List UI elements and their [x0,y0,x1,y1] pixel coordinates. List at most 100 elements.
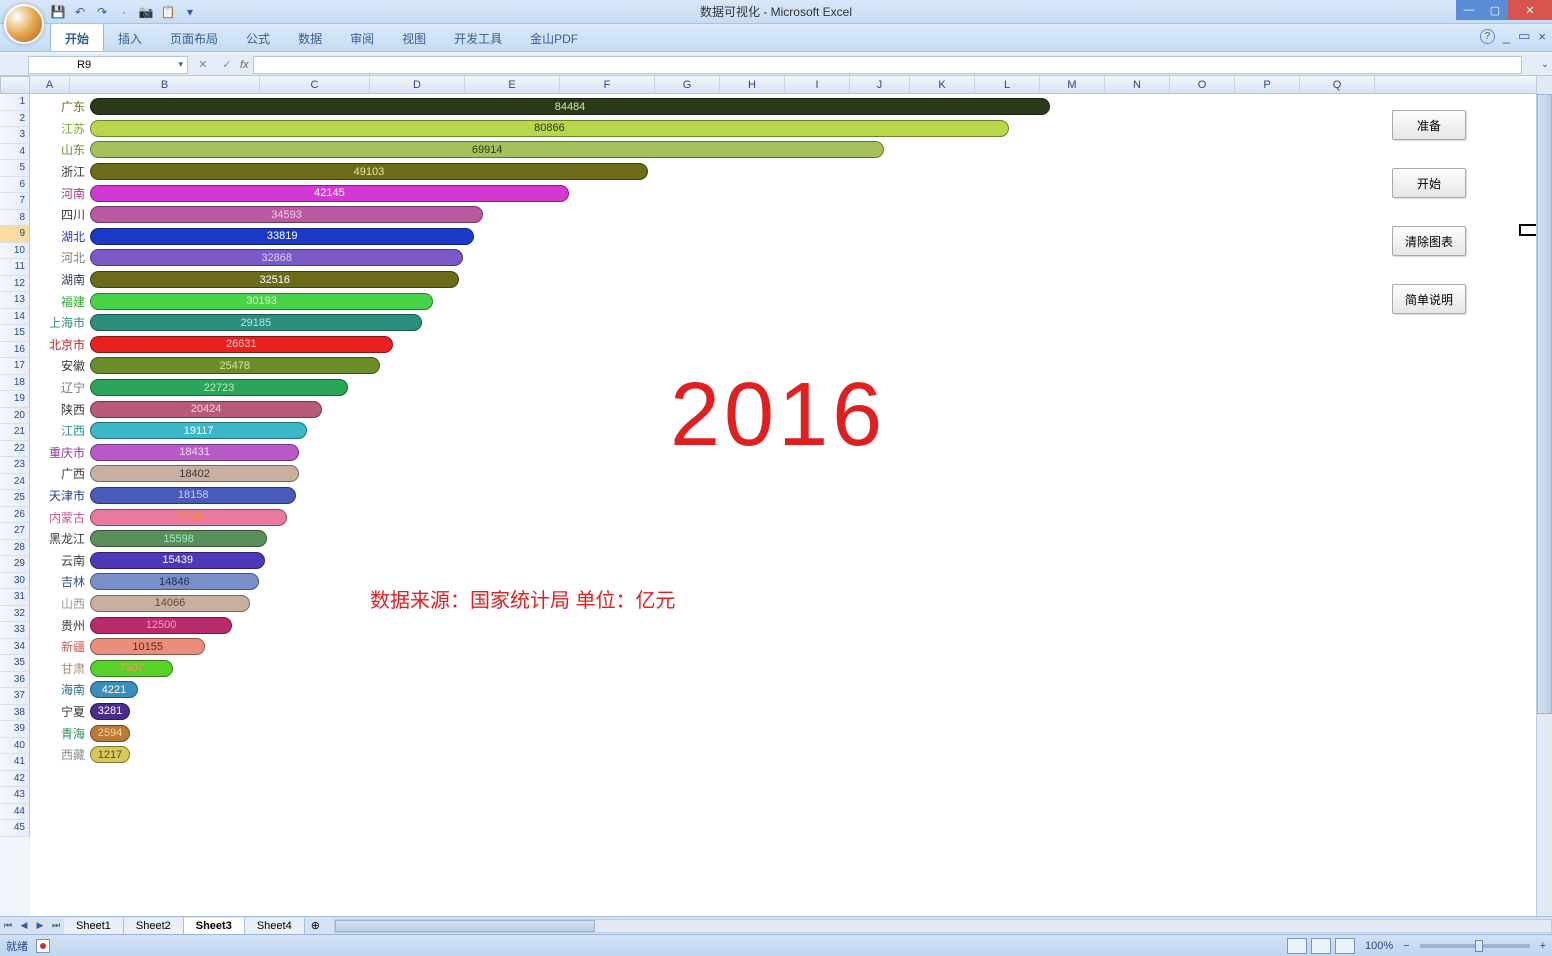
column-header-E[interactable]: E [465,76,560,93]
row-header-37[interactable]: 37 [0,688,30,705]
minimize-button[interactable]: — [1456,0,1482,20]
row-header-24[interactable]: 24 [0,474,30,491]
row-header-31[interactable]: 31 [0,589,30,606]
help-icon[interactable]: ? [1480,29,1495,44]
column-header-D[interactable]: D [370,76,465,93]
sheet-tab-Sheet1[interactable]: Sheet1 [64,918,124,934]
row-header-21[interactable]: 21 [0,424,30,441]
ribbon-tab-7[interactable]: 开发工具 [440,24,516,51]
row-header-9[interactable]: 9 [0,226,30,243]
column-header-M[interactable]: M [1040,76,1105,93]
row-header-39[interactable]: 39 [0,721,30,738]
zoom-thumb[interactable] [1475,940,1483,952]
ribbon-tab-4[interactable]: 数据 [284,24,336,51]
row-header-41[interactable]: 41 [0,754,30,771]
row-header-19[interactable]: 19 [0,391,30,408]
ribbon-tab-1[interactable]: 插入 [104,24,156,51]
column-header-K[interactable]: K [910,76,975,93]
column-header-H[interactable]: H [720,76,785,93]
row-header-29[interactable]: 29 [0,556,30,573]
formula-bar[interactable] [253,56,1522,74]
first-sheet-icon[interactable]: ⏮ [0,920,16,931]
zoom-in-icon[interactable]: + [1540,940,1546,952]
horizontal-scrollbar[interactable] [334,919,1552,933]
paste-icon[interactable]: 📋 [160,4,176,20]
normal-view-icon[interactable] [1287,938,1307,954]
undo-icon[interactable]: ↶ [72,4,88,20]
formula-expand-icon[interactable]: ⌄ [1538,59,1552,70]
row-header-32[interactable]: 32 [0,606,30,623]
row-header-26[interactable]: 26 [0,507,30,524]
row-header-35[interactable]: 35 [0,655,30,672]
qat-dropdown-icon[interactable]: ▾ [182,4,198,20]
column-header-A[interactable]: A [30,76,70,93]
column-header-P[interactable]: P [1235,76,1300,93]
row-header-12[interactable]: 12 [0,276,30,293]
name-box[interactable]: R9 [28,56,188,74]
close-button[interactable]: ✕ [1508,0,1552,20]
row-header-42[interactable]: 42 [0,771,30,788]
cancel-icon[interactable]: ✕ [194,58,212,71]
ribbon-tab-0[interactable]: 开始 [50,23,104,51]
save-icon[interactable]: 💾 [50,4,66,20]
row-header-38[interactable]: 38 [0,705,30,722]
row-header-28[interactable]: 28 [0,540,30,557]
row-header-1[interactable]: 1 [0,94,30,111]
row-header-6[interactable]: 6 [0,177,30,194]
maximize-button[interactable]: ▢ [1482,0,1508,20]
row-header-4[interactable]: 4 [0,144,30,161]
fx-label[interactable]: fx [240,59,249,71]
camera-icon[interactable]: 📷 [138,4,154,20]
doc-minimize-icon[interactable]: _ [1503,29,1510,44]
row-header-18[interactable]: 18 [0,375,30,392]
next-sheet-icon[interactable]: ▶ [32,920,48,931]
column-header-B[interactable]: B [70,76,260,93]
prev-sheet-icon[interactable]: ◀ [16,920,32,931]
help-button[interactable]: 简单说明 [1392,284,1466,314]
row-header-34[interactable]: 34 [0,639,30,656]
row-header-36[interactable]: 36 [0,672,30,689]
row-header-7[interactable]: 7 [0,193,30,210]
vertical-scrollbar[interactable] [1536,76,1552,916]
row-header-27[interactable]: 27 [0,523,30,540]
row-header-16[interactable]: 16 [0,342,30,359]
row-header-8[interactable]: 8 [0,210,30,227]
row-header-22[interactable]: 22 [0,441,30,458]
new-sheet-icon[interactable]: ⊕ [305,919,326,932]
start-button[interactable]: 开始 [1392,168,1466,198]
page-layout-view-icon[interactable] [1311,938,1331,954]
clear-chart-button[interactable]: 清除图表 [1392,226,1466,256]
row-header-30[interactable]: 30 [0,573,30,590]
sheet-tab-Sheet4[interactable]: Sheet4 [245,918,305,934]
macro-record-icon[interactable] [36,939,50,953]
vscroll-thumb[interactable] [1537,94,1552,714]
zoom-slider[interactable] [1420,944,1530,948]
prepare-button[interactable]: 准备 [1392,110,1466,140]
hscroll-thumb[interactable] [335,920,595,932]
column-header-I[interactable]: I [785,76,850,93]
row-header-3[interactable]: 3 [0,127,30,144]
row-header-15[interactable]: 15 [0,325,30,342]
office-button[interactable] [4,4,44,44]
row-header-33[interactable]: 33 [0,622,30,639]
row-header-44[interactable]: 44 [0,804,30,821]
sheet-tab-Sheet3[interactable]: Sheet3 [184,918,245,934]
column-header-C[interactable]: C [260,76,370,93]
ribbon-tab-6[interactable]: 视图 [388,24,440,51]
row-header-17[interactable]: 17 [0,358,30,375]
select-all-corner[interactable] [0,76,30,94]
enter-icon[interactable]: ✓ [218,58,236,71]
ribbon-tab-2[interactable]: 页面布局 [156,24,232,51]
column-header-L[interactable]: L [975,76,1040,93]
row-header-10[interactable]: 10 [0,243,30,260]
last-sheet-icon[interactable]: ⏭ [48,920,64,931]
ribbon-tab-3[interactable]: 公式 [232,24,284,51]
doc-close-icon[interactable]: × [1538,29,1546,44]
row-header-43[interactable]: 43 [0,787,30,804]
row-header-45[interactable]: 45 [0,820,30,837]
row-header-40[interactable]: 40 [0,738,30,755]
row-header-2[interactable]: 2 [0,111,30,128]
doc-restore-icon[interactable]: ▭ [1518,28,1530,44]
row-header-14[interactable]: 14 [0,309,30,326]
column-header-F[interactable]: F [560,76,655,93]
